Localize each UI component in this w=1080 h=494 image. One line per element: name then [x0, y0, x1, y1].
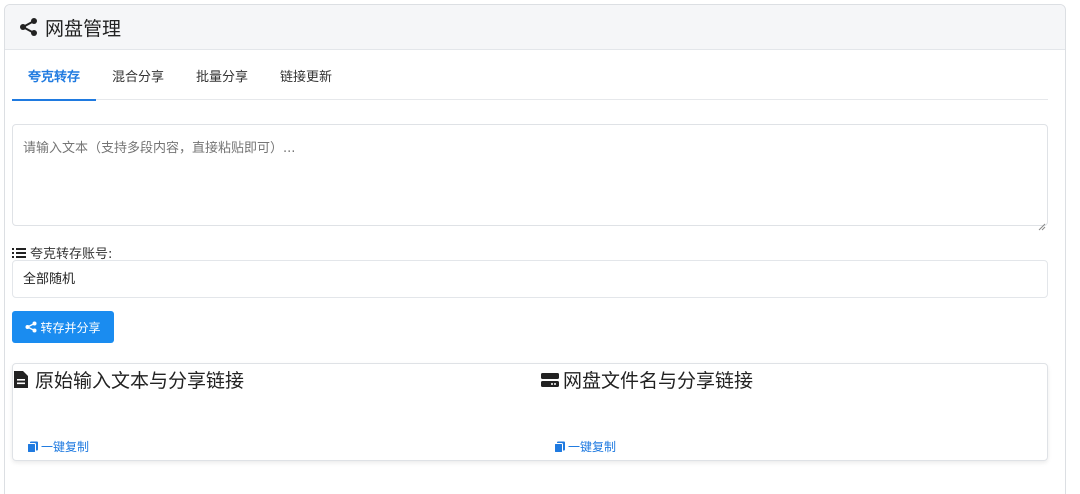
share-icon: [25, 321, 37, 333]
tab-mixed-share[interactable]: 混合分享: [96, 63, 180, 100]
copy-filename-label: 一键复制: [568, 440, 617, 454]
original-text-title: 原始输入文本与分享链接: [35, 370, 245, 392]
tab-quark-transfer[interactable]: 夸克转存: [12, 63, 97, 101]
copy-icon: [27, 441, 39, 453]
page-title: 网盘管理: [45, 17, 122, 40]
account-select[interactable]: 全部随机: [12, 260, 1048, 298]
tab-batch-share[interactable]: 批量分享: [180, 63, 264, 100]
tab-bar: 夸克转存 混合分享 批量分享 链接更新: [12, 63, 1048, 101]
card-header: 网盘管理: [5, 5, 1065, 50]
filename-title: 网盘文件名与分享链接: [563, 370, 754, 392]
resize-handle-icon[interactable]: [1038, 216, 1046, 231]
list-icon: [12, 247, 26, 259]
file-icon: [13, 370, 31, 390]
result-panel: 原始输入文本与分享链接 一键复制 网盘文件名与分享链接 一键复制: [12, 363, 1048, 461]
share-icon: [19, 17, 39, 37]
original-text-heading: 原始输入文本与分享链接: [13, 366, 244, 393]
text-input[interactable]: [12, 124, 1048, 226]
transfer-share-button[interactable]: 转存并分享: [12, 311, 114, 343]
transfer-share-label: 转存并分享: [40, 320, 101, 335]
copy-filename-button[interactable]: 一键复制: [554, 438, 616, 455]
copy-icon: [554, 441, 566, 453]
filename-heading: 网盘文件名与分享链接: [541, 366, 753, 393]
tab-link-update[interactable]: 链接更新: [264, 63, 348, 100]
server-icon: [541, 370, 559, 390]
copy-original-label: 一键复制: [41, 440, 90, 454]
copy-original-button[interactable]: 一键复制: [27, 438, 89, 455]
